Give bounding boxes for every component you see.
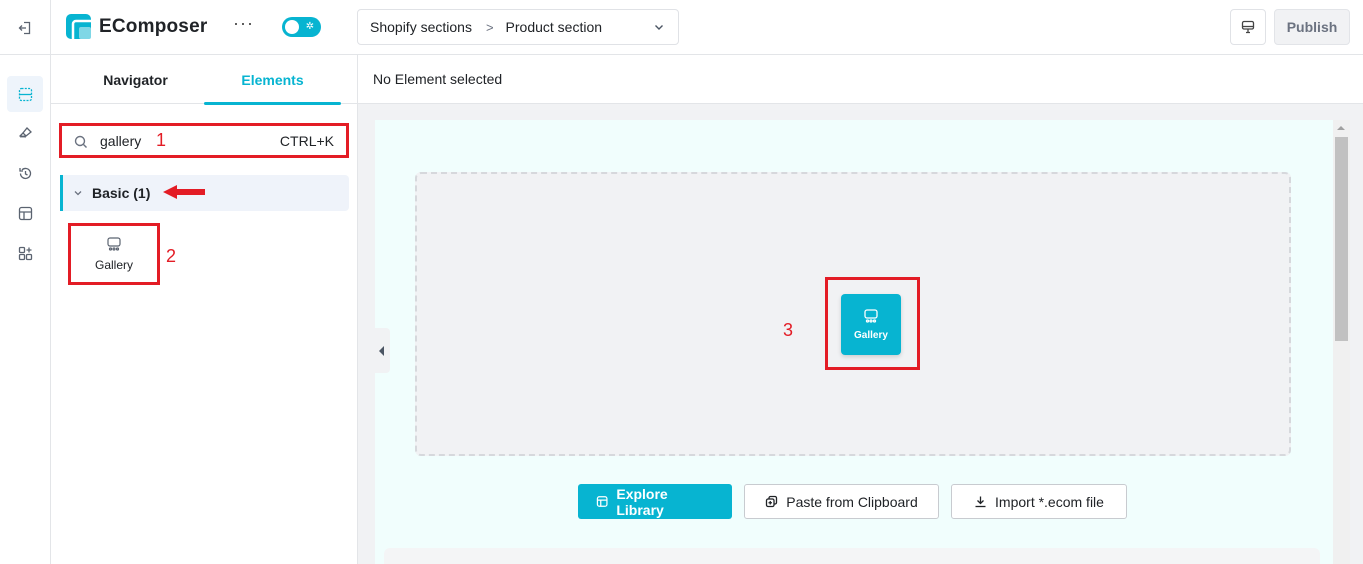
ecomposer-editor: EComposer ··· ✲ Shopify sections > Produ… — [0, 0, 1363, 564]
more-button[interactable]: ··· — [233, 13, 254, 36]
chevron-down-icon — [655, 25, 663, 30]
publish-button[interactable]: Publish — [1274, 9, 1350, 45]
canvas-scrollbar[interactable] — [1333, 120, 1350, 564]
annotation-box-3: Gallery — [825, 277, 920, 370]
paste-label: Paste from Clipboard — [786, 493, 918, 510]
dropped-gallery-element[interactable]: Gallery — [841, 294, 901, 355]
chevron-down-icon — [74, 191, 82, 196]
explore-library-label: Explore Library — [616, 485, 668, 518]
rail-item-layout[interactable] — [7, 195, 43, 231]
paste-from-clipboard-button[interactable]: Paste from Clipboard — [744, 484, 939, 519]
breadcrumb-parent[interactable]: Shopify sections — [370, 19, 472, 35]
elements-panel: Navigator Elements 1 CTRL+K Basic (1) Ga… — [51, 55, 358, 564]
more-horizontal-icon: ··· — [233, 13, 254, 33]
element-gallery[interactable]: Gallery — [68, 223, 160, 285]
sidebar-rail — [0, 55, 51, 564]
annotation-arrow-icon — [163, 185, 205, 199]
import-file-button[interactable]: Import *.ecom file — [951, 484, 1127, 519]
breadcrumb-current: Product section — [505, 19, 603, 35]
rail-item-sections[interactable] — [7, 76, 43, 112]
group-label: Basic (1) — [92, 185, 151, 201]
sun-icon: ✲ — [305, 21, 315, 32]
annotation-2: 2 — [166, 246, 177, 266]
gallery-icon — [107, 237, 121, 251]
paste-icon — [766, 495, 778, 508]
apps-add-icon — [18, 246, 32, 260]
selection-status-bar: No Element selected — [358, 55, 1363, 104]
selection-status: No Element selected — [373, 71, 503, 87]
download-icon — [975, 496, 986, 508]
editor-canvas[interactable]: 3 Gallery Explore Library Paste from Cli… — [375, 120, 1333, 564]
exit-button[interactable] — [0, 0, 51, 55]
layout-icon — [18, 206, 32, 220]
annotation-1: 1 — [156, 130, 167, 150]
library-icon — [596, 496, 608, 507]
rail-item-apps[interactable] — [7, 235, 43, 271]
tab-navigator[interactable]: Navigator — [67, 55, 204, 104]
search-shortcut: CTRL+K — [279, 132, 334, 149]
theme-toggle[interactable]: ✲ — [282, 17, 321, 37]
logo-icon — [66, 14, 91, 39]
desktop-icon — [1241, 20, 1255, 34]
tab-elements[interactable]: Elements — [204, 55, 341, 105]
import-label: Import *.ecom file — [995, 493, 1104, 510]
rail-item-styles[interactable] — [7, 115, 43, 151]
element-search[interactable]: 1 CTRL+K — [59, 123, 349, 158]
gallery-icon — [864, 309, 878, 323]
logo: EComposer — [66, 14, 207, 39]
app-name: EComposer — [99, 15, 208, 37]
chevron-right-icon: > — [485, 19, 494, 35]
panel-tabs: Navigator Elements — [51, 55, 357, 105]
breadcrumb-dropdown[interactable]: Shopify sections > Product section — [357, 9, 679, 45]
toggle-knob — [285, 20, 299, 34]
scroll-up-icon[interactable] — [1337, 126, 1345, 130]
next-section-placeholder — [384, 548, 1320, 564]
exit-icon — [18, 21, 31, 34]
rail-item-history[interactable] — [7, 155, 43, 191]
dropped-element-label: Gallery — [854, 330, 888, 341]
search-icon — [74, 135, 87, 148]
element-label: Gallery — [94, 258, 133, 272]
scroll-thumb[interactable] — [1335, 137, 1348, 341]
collapse-panel-button[interactable] — [374, 328, 390, 373]
drop-zone[interactable]: 3 Gallery — [415, 172, 1291, 456]
explore-library-button[interactable]: Explore Library — [578, 484, 732, 519]
main-workspace: No Element selected 3 Gallery Explore Li… — [358, 55, 1363, 564]
brush-icon — [18, 126, 32, 138]
search-input[interactable] — [100, 132, 150, 149]
annotation-3: 3 — [783, 320, 794, 340]
sections-icon — [18, 87, 32, 101]
history-icon — [18, 167, 31, 179]
caret-left-icon — [379, 345, 384, 356]
top-bar: EComposer ··· ✲ Shopify sections > Produ… — [0, 0, 1363, 55]
device-preview-button[interactable] — [1230, 9, 1266, 45]
canvas-actions: Explore Library Paste from Clipboard Imp… — [578, 484, 1127, 519]
